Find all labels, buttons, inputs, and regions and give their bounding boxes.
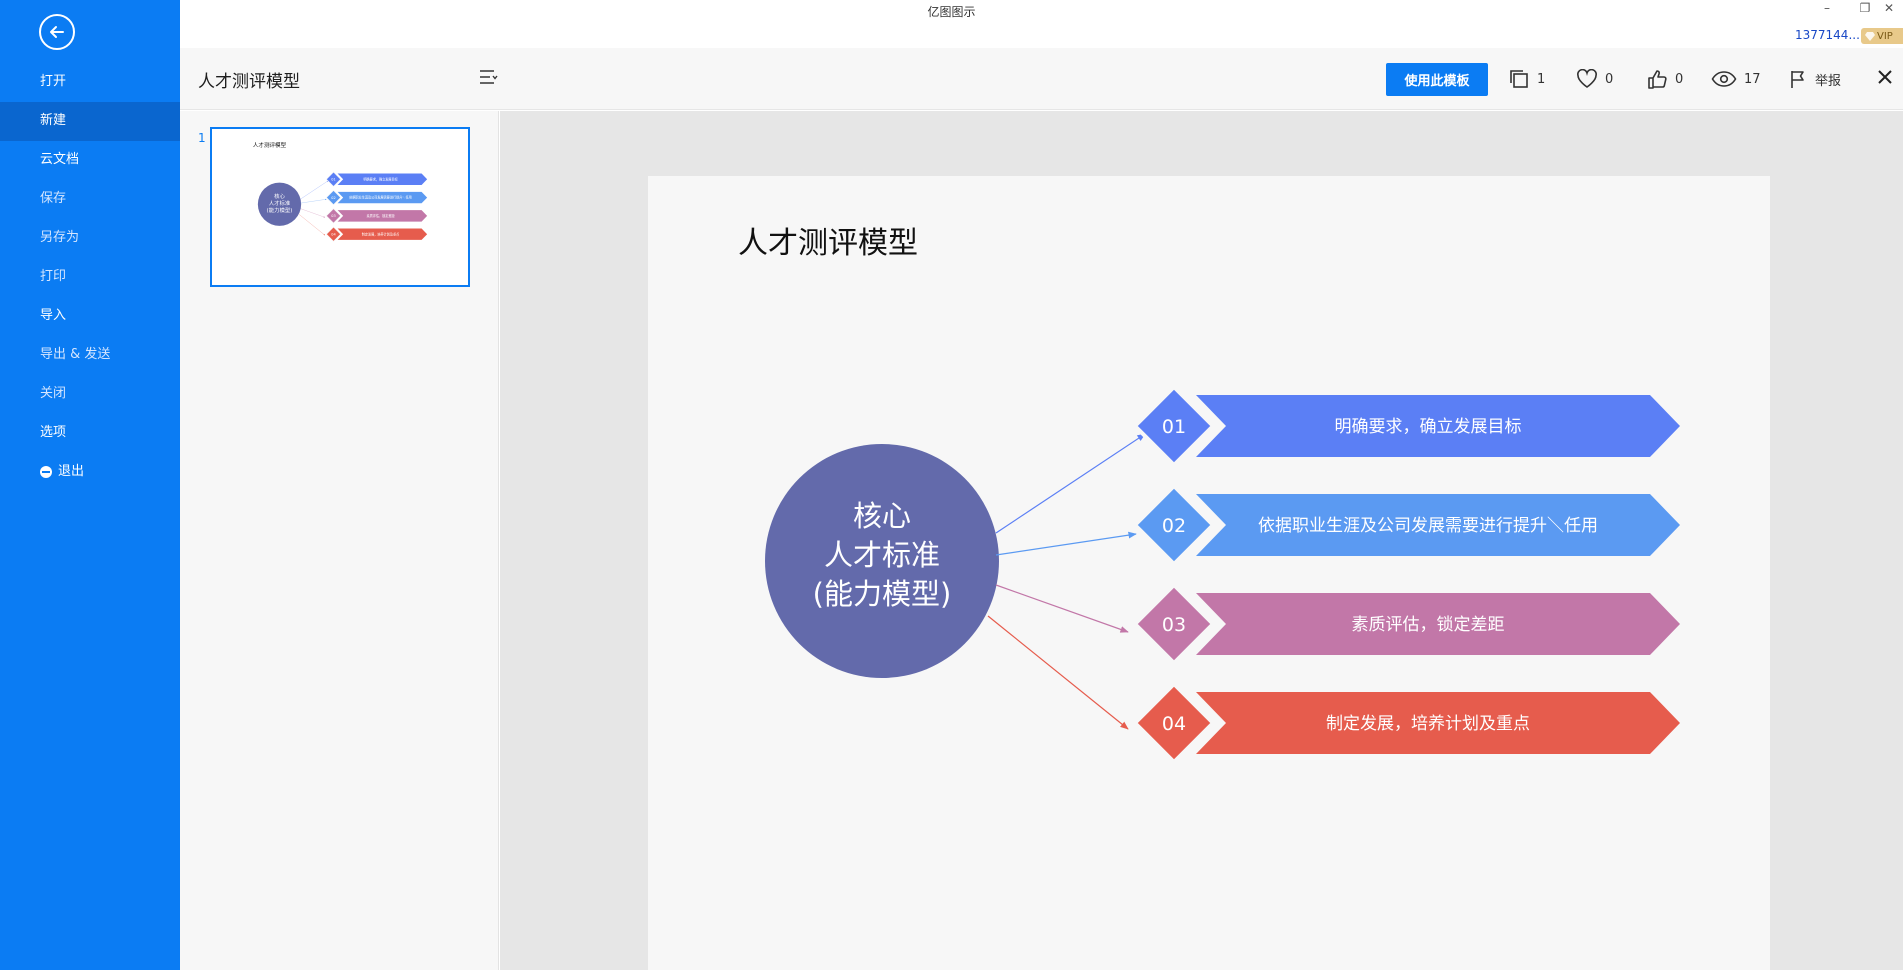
- list-icon: [480, 70, 498, 84]
- copy-icon: [1510, 70, 1528, 88]
- diagram: 人才测评模型核心人才标准 (能力模型) 01 明确要求，确立发展目标 02 依据职业生涯及…: [738, 226, 1680, 765]
- connector-arrow: [300, 208, 326, 218]
- connector-arrow: [995, 584, 1129, 633]
- view-count-value: 17: [1744, 71, 1761, 87]
- title-bar: 亿图图示 – ❐ ✕: [0, 0, 1903, 22]
- diagram-page: 人才测评模型核心人才标准 (能力模型) 01 明确要求，确立发展目标 02 依据职业生涯及…: [648, 176, 1770, 970]
- menu-item-label: 选项: [40, 425, 67, 440]
- item-number: 01: [1162, 416, 1186, 438]
- connector-arrow: [300, 180, 329, 200]
- arrow-left-icon: [50, 26, 64, 38]
- menu-item-label: 打开: [40, 74, 67, 89]
- page-thumbnail-panel: 1 人才测评模型 核心 人才标准 (能力模型) 01 明确要求，确立发展目标 02 依据职业生…: [180, 111, 499, 970]
- diagram-title: 人才测评模型: [738, 226, 918, 261]
- menu-item-label: 导入: [40, 308, 67, 323]
- heart-icon: [1577, 69, 1597, 88]
- outline-toggle-button[interactable]: [478, 68, 498, 90]
- menu-item-label: 导出 & 发送: [40, 347, 111, 362]
- like-count[interactable]: 0: [1646, 64, 1683, 94]
- copy-count[interactable]: 1: [1508, 64, 1545, 94]
- eye-icon: [1711, 71, 1737, 87]
- exit-icon: [40, 466, 52, 478]
- report-button[interactable]: 举报: [1788, 64, 1841, 94]
- flag-icon: [1791, 71, 1804, 88]
- diagram-title: 人才测评模型: [253, 141, 287, 149]
- vip-badge[interactable]: VIP: [1861, 28, 1903, 44]
- template-title: 人才测评模型: [198, 72, 300, 92]
- vip-label: VIP: [1877, 30, 1893, 42]
- menu-item-save[interactable]: 保存: [0, 180, 180, 219]
- item-number: 03: [331, 214, 335, 218]
- menu-item-label: 新建: [40, 113, 67, 128]
- item-text: 依据职业生涯及公司发展需要进行提升＼任用: [1258, 516, 1598, 536]
- item-text: 明确要求，确立发展目标: [1335, 417, 1522, 437]
- menu-item-label: 退出: [58, 464, 85, 479]
- menu-item-cloud-docs[interactable]: 云文档: [0, 141, 180, 180]
- menu-item-label: 保存: [40, 191, 67, 206]
- menu-item-exit[interactable]: 退出: [0, 453, 180, 492]
- item-number: 04: [1162, 713, 1186, 735]
- diamond-icon: [1865, 31, 1875, 41]
- sidebar: 打开 新建 云文档 保存 另存为 打印 导入 导出 & 发送 关闭 选项 退出: [0, 0, 180, 970]
- menu-item-options[interactable]: 选项: [0, 414, 180, 453]
- item-number: 02: [1162, 515, 1186, 537]
- item-number: 02: [331, 196, 335, 200]
- item-number: 01: [331, 178, 335, 182]
- view-count: 17: [1711, 64, 1761, 94]
- menu-item-label: 关闭: [40, 386, 67, 401]
- menu-item-label: 云文档: [40, 152, 80, 167]
- connector-arrow: [995, 531, 1137, 556]
- menu-item-export-send[interactable]: 导出 & 发送: [0, 336, 180, 375]
- menu-item-print[interactable]: 打印: [0, 258, 180, 297]
- item-number: 03: [1162, 614, 1186, 636]
- window-close-button[interactable]: ✕: [1880, 1, 1898, 15]
- menu-item-close[interactable]: 关闭: [0, 375, 180, 414]
- thumbnail-preview: 人才测评模型核心人才标准(能力模型)01 明确要求，确立发展目标02 依据职业生涯及…: [253, 141, 428, 242]
- item-text: 素质评估，锁定差距: [1352, 615, 1505, 635]
- close-icon: [1878, 70, 1892, 84]
- center-label: (能力模型): [813, 577, 952, 611]
- item-number: 04: [331, 232, 336, 236]
- connector-arrow: [300, 198, 327, 204]
- like-count-value: 0: [1675, 71, 1684, 87]
- connector-arrow: [995, 433, 1146, 534]
- use-template-button[interactable]: 使用此模板: [1386, 63, 1488, 96]
- connector-arrow: [987, 615, 1129, 730]
- window-title: 亿图图示: [927, 5, 976, 19]
- restore-button[interactable]: ❐: [1856, 1, 1874, 15]
- report-label: 举报: [1815, 73, 1842, 89]
- minimize-button[interactable]: –: [1818, 1, 1836, 15]
- user-account[interactable]: 1377144...: [1795, 28, 1860, 42]
- close-preview-button[interactable]: [1876, 68, 1894, 90]
- connector-arrow: [299, 214, 326, 236]
- menu-item-import[interactable]: 导入: [0, 297, 180, 336]
- favorite-count-value: 0: [1605, 71, 1614, 87]
- page-thumbnail[interactable]: 人才测评模型 核心 人才标准 (能力模型) 01 明确要求，确立发展目标 02 依据职业生涯及…: [210, 127, 470, 287]
- menu-item-label: 打印: [40, 269, 67, 284]
- favorite-count[interactable]: 0: [1576, 64, 1613, 94]
- item-text: 制定发展，培养计划及重点: [1326, 714, 1530, 734]
- canvas-area: 人才测评模型核心人才标准 (能力模型) 01 明确要求，确立发展目标 02 依据职业生涯及…: [500, 111, 1903, 970]
- template-header: 人才测评模型 使用此模板 1 0 0 17 举报: [180, 48, 1903, 110]
- menu-item-label: 另存为: [40, 230, 80, 245]
- page-number: 1: [198, 131, 206, 145]
- thumbs-up-icon: [1648, 70, 1667, 89]
- copy-count-value: 1: [1537, 71, 1546, 87]
- menu-item-open[interactable]: 打开: [0, 63, 180, 102]
- file-menu: 打开 新建 云文档 保存 另存为 打印 导入 导出 & 发送 关闭 选项 退出: [0, 63, 180, 492]
- menu-item-save-as[interactable]: 另存为: [0, 219, 180, 258]
- center-label: 核心: [853, 499, 911, 533]
- menu-item-new[interactable]: 新建: [0, 102, 180, 141]
- center-label: 人才标准: [824, 538, 940, 572]
